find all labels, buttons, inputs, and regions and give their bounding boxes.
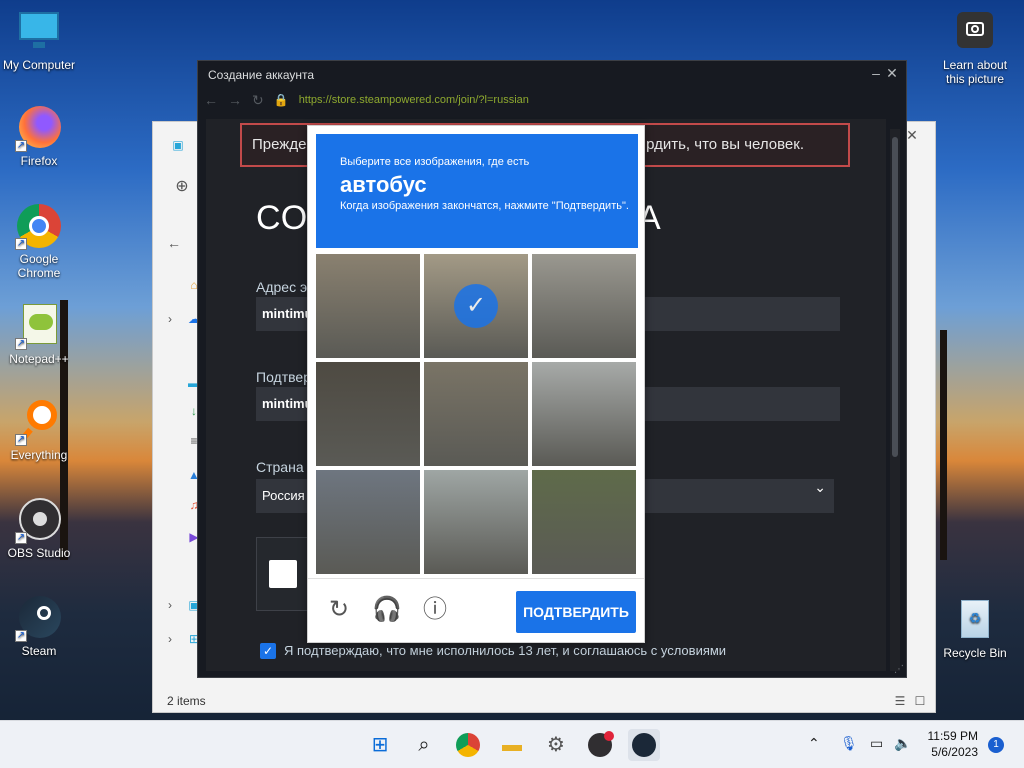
- audio-headphones-icon[interactable]: 🎧: [372, 595, 402, 625]
- country-select[interactable]: Россия: [256, 479, 308, 513]
- captcha-header: Выберите все изображения, где есть автоб…: [316, 134, 638, 248]
- chevron-up-icon[interactable]: ⌃: [808, 735, 820, 752]
- country-select-right[interactable]: ⌄: [644, 479, 834, 513]
- page-title: СО А: [256, 199, 662, 237]
- camera-icon: [951, 8, 999, 56]
- notification-badge[interactable]: 1: [988, 737, 1004, 753]
- captcha-tile[interactable]: [532, 254, 636, 358]
- firefox-icon: ↗: [15, 104, 63, 152]
- chevron-down-icon: ⌄: [814, 479, 826, 495]
- info-icon[interactable]: ⓘ: [420, 595, 450, 625]
- confirm-email-label: Подтвер: [256, 369, 311, 385]
- network-icon[interactable]: ▭: [870, 735, 883, 752]
- reload-icon[interactable]: ↻: [252, 92, 264, 109]
- taskbar: ⊞ ⌕ ▬ ⚙ ⌃ 🎙 ▭ 🔈 11:59 PM 5/6/2023 1: [0, 720, 1024, 768]
- monitor-icon: ▣: [172, 138, 184, 152]
- chrome-icon[interactable]: [452, 729, 484, 761]
- captcha-tile[interactable]: [316, 470, 420, 574]
- minimize-button[interactable]: –: [868, 65, 884, 81]
- captcha-challenge: Выберите все изображения, где есть автоб…: [307, 125, 645, 643]
- captcha-tile[interactable]: [424, 470, 528, 574]
- captcha-tile[interactable]: ✓: [424, 254, 528, 358]
- captcha-instruction: Выберите все изображения, где есть: [340, 156, 530, 168]
- clock[interactable]: 11:59 PM 5/6/2023: [928, 728, 978, 760]
- captcha-widget: [256, 537, 312, 611]
- close-button[interactable]: ✕: [884, 65, 900, 82]
- desktop-icon-chrome[interactable]: ↗ Google Chrome: [0, 202, 80, 280]
- email-field-right[interactable]: [644, 297, 840, 331]
- captcha-image-grid: ✓: [316, 254, 638, 574]
- captcha-tile[interactable]: [532, 470, 636, 574]
- settings-gear-icon[interactable]: ⚙: [540, 729, 572, 761]
- close-icon[interactable]: ✕: [905, 128, 919, 142]
- microphone-icon[interactable]: 🎙: [840, 735, 858, 752]
- status-bar-items: 2 items: [167, 694, 206, 708]
- steam-icon: ↗: [15, 594, 63, 642]
- desktop-icon-obs[interactable]: ↗ OBS Studio: [0, 496, 80, 560]
- scrollbar[interactable]: [890, 129, 900, 671]
- chevron-right-icon[interactable]: ›: [163, 598, 177, 612]
- start-windows-icon[interactable]: ⊞: [364, 729, 396, 761]
- desktop-icon-my-computer[interactable]: My Computer: [0, 8, 80, 72]
- desktop-icon-firefox[interactable]: ↗ Firefox: [0, 104, 80, 168]
- desktop-icon-steam[interactable]: ↗ Steam: [0, 594, 80, 658]
- obs-icon[interactable]: [584, 729, 616, 761]
- recycle-bin-icon: ♻: [951, 596, 999, 644]
- desktop-icon-learn-picture[interactable]: Learn about this picture: [934, 8, 1016, 86]
- captcha-checkbox[interactable]: [269, 560, 297, 588]
- wallpaper-tree: [940, 330, 947, 560]
- url-text[interactable]: https://store.steampowered.com/join/?l=r…: [299, 94, 529, 106]
- refresh-icon[interactable]: ↻: [324, 595, 354, 625]
- confirm-email-field-right[interactable]: [644, 387, 840, 421]
- desktop-icon-notepadpp[interactable]: ↗ Notepad++: [0, 302, 80, 366]
- country-label: Страна: [256, 459, 304, 475]
- notepadpp-icon: ↗: [15, 302, 63, 350]
- search-icon[interactable]: ⌕: [408, 729, 440, 761]
- email-label: Адрес э: [256, 279, 308, 295]
- check-icon: ✓: [454, 284, 498, 328]
- verify-button[interactable]: ПОДТВЕРДИТЬ: [516, 591, 636, 633]
- obs-icon: ↗: [15, 496, 63, 544]
- new-tab-icon[interactable]: ⊕: [175, 179, 189, 195]
- captcha-footer: ↻ 🎧 ⓘ ПОДТВЕРДИТЬ: [308, 578, 644, 644]
- back-arrow-icon[interactable]: ←: [167, 236, 181, 250]
- chevron-right-icon[interactable]: ›: [163, 632, 177, 646]
- details-view-icon[interactable]: ☰: [893, 694, 907, 708]
- back-arrow-icon[interactable]: ←: [204, 92, 218, 108]
- captcha-tile[interactable]: [532, 362, 636, 466]
- captcha-hint: Когда изображения закончатся, нажмите "П…: [340, 200, 629, 212]
- volume-icon[interactable]: 🔈: [894, 735, 911, 752]
- resize-grip-icon[interactable]: ⋰: [894, 664, 904, 675]
- search-magnifier-icon: ↗: [15, 398, 63, 446]
- tiles-view-icon[interactable]: ☐: [913, 694, 927, 708]
- monitor-icon: [15, 8, 63, 56]
- captcha-tile[interactable]: [316, 254, 420, 358]
- forward-arrow-icon[interactable]: →: [228, 92, 242, 108]
- desktop-icon-recycle-bin[interactable]: ♻ Recycle Bin: [934, 596, 1016, 660]
- captcha-tile[interactable]: [424, 362, 528, 466]
- file-explorer-icon[interactable]: ▬: [496, 729, 528, 761]
- window-title: Создание аккаунта: [208, 68, 315, 82]
- lock-icon: 🔒: [273, 93, 289, 107]
- chevron-right-icon[interactable]: ›: [163, 312, 177, 326]
- agree-checkbox-row[interactable]: ✓ Я подтверждаю, что мне исполнилось 13 л…: [260, 643, 726, 659]
- chrome-icon: ↗: [15, 202, 63, 250]
- check-icon[interactable]: ✓: [260, 643, 276, 659]
- captcha-tile[interactable]: [316, 362, 420, 466]
- steam-icon[interactable]: [628, 729, 660, 761]
- desktop-icon-everything[interactable]: ↗ Everything: [0, 398, 80, 462]
- captcha-target: автобус: [340, 172, 427, 197]
